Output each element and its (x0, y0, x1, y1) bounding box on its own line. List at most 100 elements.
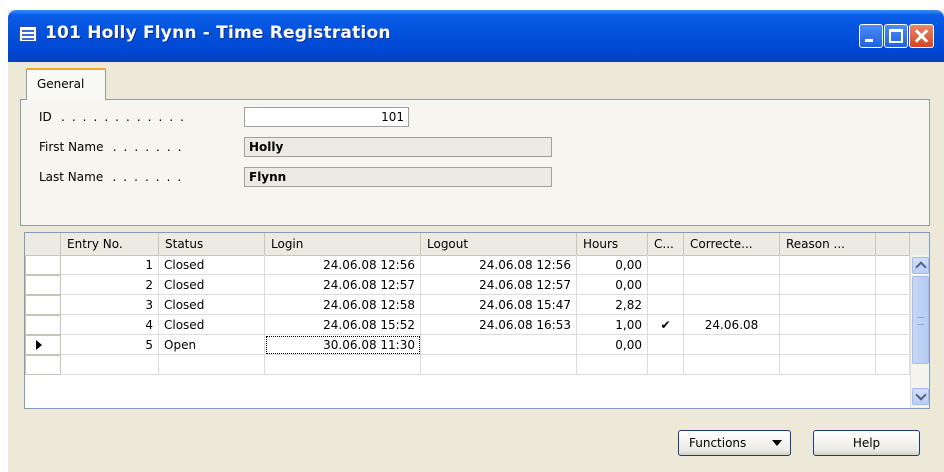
cell-status[interactable] (159, 355, 265, 375)
tab-general[interactable]: General (26, 68, 106, 100)
table-row[interactable]: 3 Closed 24.06.08 12:58 24.06.08 15:47 2,82 (25, 295, 910, 315)
cell-login[interactable]: 24.06.08 12:57 (265, 275, 421, 295)
cell-entry-no[interactable] (61, 355, 159, 375)
cell-reason[interactable] (780, 295, 876, 315)
first-name-dot-leader: . . . . . . . (107, 140, 184, 154)
cell-status[interactable]: Closed (159, 255, 265, 275)
cell-entry-no[interactable]: 2 (61, 275, 159, 295)
cell-status[interactable]: Closed (159, 275, 265, 295)
cell-login[interactable]: 24.06.08 12:56 (265, 255, 421, 275)
cell-filler (876, 315, 910, 335)
cell-filler (876, 275, 910, 295)
table-row[interactable] (25, 355, 910, 375)
column-header-corrected-flag[interactable]: C... (648, 233, 684, 255)
cell-reason[interactable] (780, 315, 876, 335)
first-name-label: First Name (39, 140, 104, 154)
scroll-down-icon[interactable] (912, 388, 929, 405)
general-panel: ID . . . . . . . . . . . . 101 First Nam… (20, 99, 930, 226)
cell-corrected-flag[interactable] (648, 255, 684, 275)
cell-logout[interactable]: 24.06.08 16:53 (421, 315, 577, 335)
cell-reason[interactable] (780, 335, 876, 355)
cell-corrected[interactable] (684, 295, 780, 315)
cell-entry-no[interactable]: 5 (61, 335, 159, 355)
cell-corrected-flag[interactable] (648, 295, 684, 315)
cell-entry-no[interactable]: 1 (61, 255, 159, 275)
time-registration-window: 101 Holly Flynn - Time Registration Gene… (8, 10, 944, 472)
id-field[interactable]: 101 (244, 107, 409, 127)
cell-filler (876, 255, 910, 275)
column-header-status[interactable]: Status (159, 233, 265, 255)
cell-hours[interactable]: 1,00 (577, 315, 648, 335)
id-label-row: ID . . . . . . . . . . . . (39, 110, 186, 124)
cell-status[interactable]: Open (159, 335, 265, 355)
table-row[interactable]: 5 Open 30.06.08 11:30 0,00 (25, 335, 910, 355)
cell-logout[interactable]: 24.06.08 12:57 (421, 275, 577, 295)
cell-corrected-flag[interactable] (648, 275, 684, 295)
cell-reason[interactable] (780, 275, 876, 295)
cell-filler (876, 335, 910, 355)
help-button[interactable]: Help (813, 430, 920, 456)
cell-corrected[interactable]: 24.06.08 (684, 315, 780, 335)
tab-general-label: General (37, 77, 85, 91)
cell-hours[interactable]: 0,00 (577, 275, 648, 295)
row-selector[interactable] (25, 335, 61, 355)
cell-reason[interactable] (780, 355, 876, 375)
table-header: Entry No. Status Login Logout Hours C...… (25, 233, 929, 256)
cell-hours[interactable]: 0,00 (577, 335, 648, 355)
row-selector[interactable] (25, 275, 61, 295)
column-header-logout[interactable]: Logout (421, 233, 577, 255)
cell-corrected-flag[interactable] (648, 355, 684, 375)
last-name-dot-leader: . . . . . . . (107, 170, 183, 184)
cell-filler (876, 295, 910, 315)
column-header-login[interactable]: Login (265, 233, 421, 255)
cell-status[interactable]: Closed (159, 295, 265, 315)
cell-corrected-flag[interactable]: ✔ (648, 315, 684, 335)
table-form-icon[interactable] (19, 26, 37, 42)
cell-hours[interactable]: 0,00 (577, 255, 648, 275)
cell-login[interactable]: 30.06.08 11:30 (265, 335, 421, 355)
cell-corrected[interactable] (684, 355, 780, 375)
table-row[interactable]: 2 Closed 24.06.08 12:57 24.06.08 12:57 0,00 (25, 275, 910, 295)
scroll-thumb[interactable] (912, 276, 929, 364)
functions-button[interactable]: Functions (678, 430, 791, 456)
cell-login[interactable] (265, 355, 421, 375)
header-row-selector[interactable] (25, 233, 61, 255)
column-header-hours[interactable]: Hours (577, 233, 648, 255)
cell-corrected-flag[interactable] (648, 335, 684, 355)
scroll-up-icon[interactable] (912, 257, 929, 274)
cell-corrected[interactable] (684, 275, 780, 295)
cell-corrected[interactable] (684, 255, 780, 275)
close-icon[interactable] (909, 24, 934, 48)
column-header-entry-no[interactable]: Entry No. (61, 233, 159, 255)
row-selector[interactable] (25, 255, 61, 275)
cell-logout[interactable] (421, 355, 577, 375)
row-selector[interactable] (25, 295, 61, 315)
table-row[interactable]: 1 Closed 24.06.08 12:56 24.06.08 12:56 0,00 (25, 255, 910, 275)
cell-logout[interactable] (421, 335, 577, 355)
minimize-icon[interactable] (859, 24, 883, 48)
cell-entry-no[interactable]: 3 (61, 295, 159, 315)
id-label: ID (39, 110, 52, 124)
cell-login[interactable]: 24.06.08 15:52 (265, 315, 421, 335)
maximize-icon[interactable] (884, 24, 908, 48)
vertical-scrollbar[interactable] (910, 255, 929, 408)
entries-table: Entry No. Status Login Logout Hours C...… (24, 232, 930, 409)
cell-entry-no[interactable]: 4 (61, 315, 159, 335)
cell-logout[interactable]: 24.06.08 12:56 (421, 255, 577, 275)
table-row[interactable]: 4 Closed 24.06.08 15:52 24.06.08 16:53 1,00 ✔… (25, 315, 910, 335)
cell-reason[interactable] (780, 255, 876, 275)
column-header-corrected[interactable]: Correcte... (684, 233, 780, 255)
cell-login[interactable]: 24.06.08 12:58 (265, 295, 421, 315)
cell-hours[interactable]: 2,82 (577, 295, 648, 315)
first-name-field[interactable]: Holly (244, 137, 552, 157)
cell-status[interactable]: Closed (159, 315, 265, 335)
cell-hours[interactable] (577, 355, 648, 375)
last-name-field[interactable]: Flynn (244, 167, 552, 187)
functions-button-label: Functions (689, 436, 747, 450)
cell-logout[interactable]: 24.06.08 15:47 (421, 295, 577, 315)
row-selector[interactable] (25, 355, 61, 375)
column-header-reason[interactable]: Reason ... (780, 233, 876, 255)
row-selector[interactable] (25, 315, 61, 335)
cell-corrected[interactable] (684, 335, 780, 355)
title-bar[interactable]: 101 Holly Flynn - Time Registration (8, 10, 944, 62)
